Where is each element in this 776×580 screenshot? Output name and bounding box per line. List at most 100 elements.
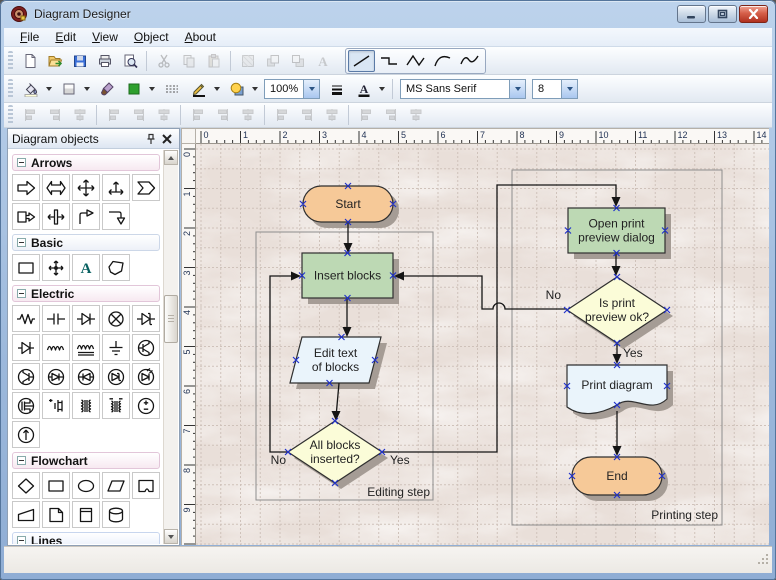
toolbar-grip[interactable] — [8, 51, 13, 71]
palette-item-arrow-box[interactable] — [12, 203, 40, 230]
minimize-button[interactable] — [677, 5, 706, 23]
hatch-style-button[interactable] — [158, 77, 185, 101]
palette-item-current-source[interactable] — [12, 421, 40, 448]
collapse-icon[interactable] — [17, 156, 26, 170]
hatch-style-icon[interactable] — [159, 77, 184, 101]
polyline-tool-button[interactable] — [375, 50, 402, 72]
palette-item-led-circle[interactable] — [132, 363, 160, 390]
chevron-down-icon[interactable] — [81, 78, 92, 100]
palette-item-polygon[interactable] — [102, 254, 130, 281]
format-painter-button[interactable] — [93, 77, 120, 101]
font-color-button[interactable]: A — [350, 77, 388, 101]
print-preview-button[interactable] — [117, 49, 142, 73]
chevron-down-icon[interactable] — [43, 78, 54, 100]
palette-section-lines[interactable]: Lines — [12, 532, 160, 544]
shadow-color-button[interactable] — [223, 77, 261, 101]
palette-item-resistor[interactable] — [12, 305, 40, 332]
toolbar-grip[interactable] — [8, 105, 13, 125]
palette-item-rectangle[interactable] — [12, 254, 40, 281]
palette-item-arrow-corner-down[interactable] — [102, 203, 130, 230]
menu-item-view[interactable]: View — [84, 28, 126, 46]
menu-item-object[interactable]: Object — [126, 28, 177, 46]
chevron-down-icon[interactable] — [303, 80, 319, 98]
palette-item-decision[interactable] — [12, 472, 40, 499]
palette-item-diode-circle[interactable] — [102, 363, 130, 390]
palette-scrollbar[interactable] — [163, 150, 178, 544]
chevron-down-icon[interactable] — [211, 78, 222, 100]
color-swatch-button[interactable] — [120, 77, 158, 101]
palette-section-flowchart[interactable]: Flowchart — [12, 452, 160, 469]
flowchart-node-start[interactable]: Start — [303, 186, 393, 222]
palette-item-data[interactable] — [102, 472, 130, 499]
palette-item-capacitor[interactable] — [42, 305, 70, 332]
palette-item-process[interactable] — [42, 472, 70, 499]
palette-item-arrow-3way[interactable] — [102, 174, 130, 201]
flowchart-node-insert-blocks[interactable]: Insert blocks — [302, 253, 393, 298]
line-width-icon[interactable] — [324, 77, 349, 101]
menu-item-edit[interactable]: Edit — [47, 28, 84, 46]
fill-style-button[interactable] — [55, 77, 93, 101]
palette-item-npn-transistor[interactable] — [132, 334, 160, 361]
palette-section-electric[interactable]: Electric — [12, 285, 160, 302]
palette-item-arrow-cross[interactable] — [42, 203, 70, 230]
palette-item-transformer[interactable] — [72, 392, 100, 419]
fill-color-icon[interactable] — [18, 77, 43, 101]
curve-tool-button[interactable] — [456, 50, 483, 72]
palette-item-ground[interactable] — [102, 334, 130, 361]
pin-icon[interactable] — [143, 131, 159, 147]
palette-section-basic[interactable]: Basic — [12, 234, 160, 251]
palette-item-lamp[interactable] — [102, 305, 130, 332]
palette-item-inductor[interactable] — [42, 334, 70, 361]
palette-item-terminator[interactable] — [72, 472, 100, 499]
palette-item-npn-circle[interactable] — [42, 363, 70, 390]
shadow-color-icon[interactable] — [224, 77, 249, 101]
toolbar-grip[interactable] — [8, 79, 13, 99]
line-color-button[interactable] — [185, 77, 223, 101]
palette-item-pnp-transistor[interactable] — [12, 363, 40, 390]
chevron-down-icon[interactable] — [561, 80, 577, 98]
palette-item-transformer-core[interactable] — [102, 392, 130, 419]
save-button[interactable] — [67, 49, 92, 73]
palette-item-text-block[interactable]: A — [72, 254, 100, 281]
format-painter-icon[interactable] — [94, 77, 119, 101]
fill-color-button[interactable] — [17, 77, 55, 101]
palette-item-document[interactable] — [42, 501, 70, 528]
palette-item-manual-operation[interactable] — [12, 501, 40, 528]
line-tool-button[interactable] — [348, 50, 375, 72]
palette-item-arrow-corner-up[interactable] — [72, 203, 100, 230]
scroll-up-icon[interactable] — [164, 150, 178, 165]
line-color-icon[interactable] — [186, 77, 211, 101]
open-button[interactable] — [42, 49, 67, 73]
palette-item-database[interactable] — [102, 501, 130, 528]
chevron-down-icon[interactable] — [249, 78, 260, 100]
palette-item-arrow-double[interactable] — [42, 174, 70, 201]
collapse-icon[interactable] — [17, 454, 26, 468]
palette-item-display[interactable] — [132, 472, 160, 499]
close-button[interactable] — [739, 5, 768, 23]
palette-item-pnp-circle[interactable] — [72, 363, 100, 390]
print-button[interactable] — [92, 49, 117, 73]
collapse-icon[interactable] — [17, 287, 26, 301]
collapse-icon[interactable] — [17, 236, 26, 250]
color-swatch-icon[interactable] — [121, 77, 146, 101]
flowchart-node-end[interactable]: End — [572, 457, 662, 495]
palette-item-diode[interactable] — [72, 305, 100, 332]
panel-close-icon[interactable] — [159, 131, 175, 147]
palette-item-arrow-right[interactable] — [12, 174, 40, 201]
new-button[interactable] — [17, 49, 42, 73]
palette-item-inductor-core[interactable] — [72, 334, 100, 361]
restore-button[interactable] — [708, 5, 737, 23]
palette-item-move-point[interactable] — [42, 254, 70, 281]
palette-section-arrows[interactable]: Arrows — [12, 154, 160, 171]
palette-item-internal-storage[interactable] — [72, 501, 100, 528]
palette-item-mosfet[interactable] — [12, 392, 40, 419]
line-width-button[interactable] — [323, 77, 350, 101]
palette-item-arrow-chevron[interactable] — [132, 174, 160, 201]
flowchart-node-edit-text[interactable]: Edit textof blocks — [290, 337, 381, 383]
resize-grip-icon[interactable] — [757, 553, 770, 571]
zigzag-tool-button[interactable] — [402, 50, 429, 72]
drawing-canvas[interactable]: StartInsert blocksEdit textof blocksAll … — [196, 144, 769, 545]
font-combo[interactable]: MS Sans Serif — [400, 79, 526, 99]
zoom-combo[interactable]: 100% — [264, 79, 320, 99]
flowchart-node-open-print-preview[interactable]: Open printpreview dialog — [568, 208, 665, 253]
